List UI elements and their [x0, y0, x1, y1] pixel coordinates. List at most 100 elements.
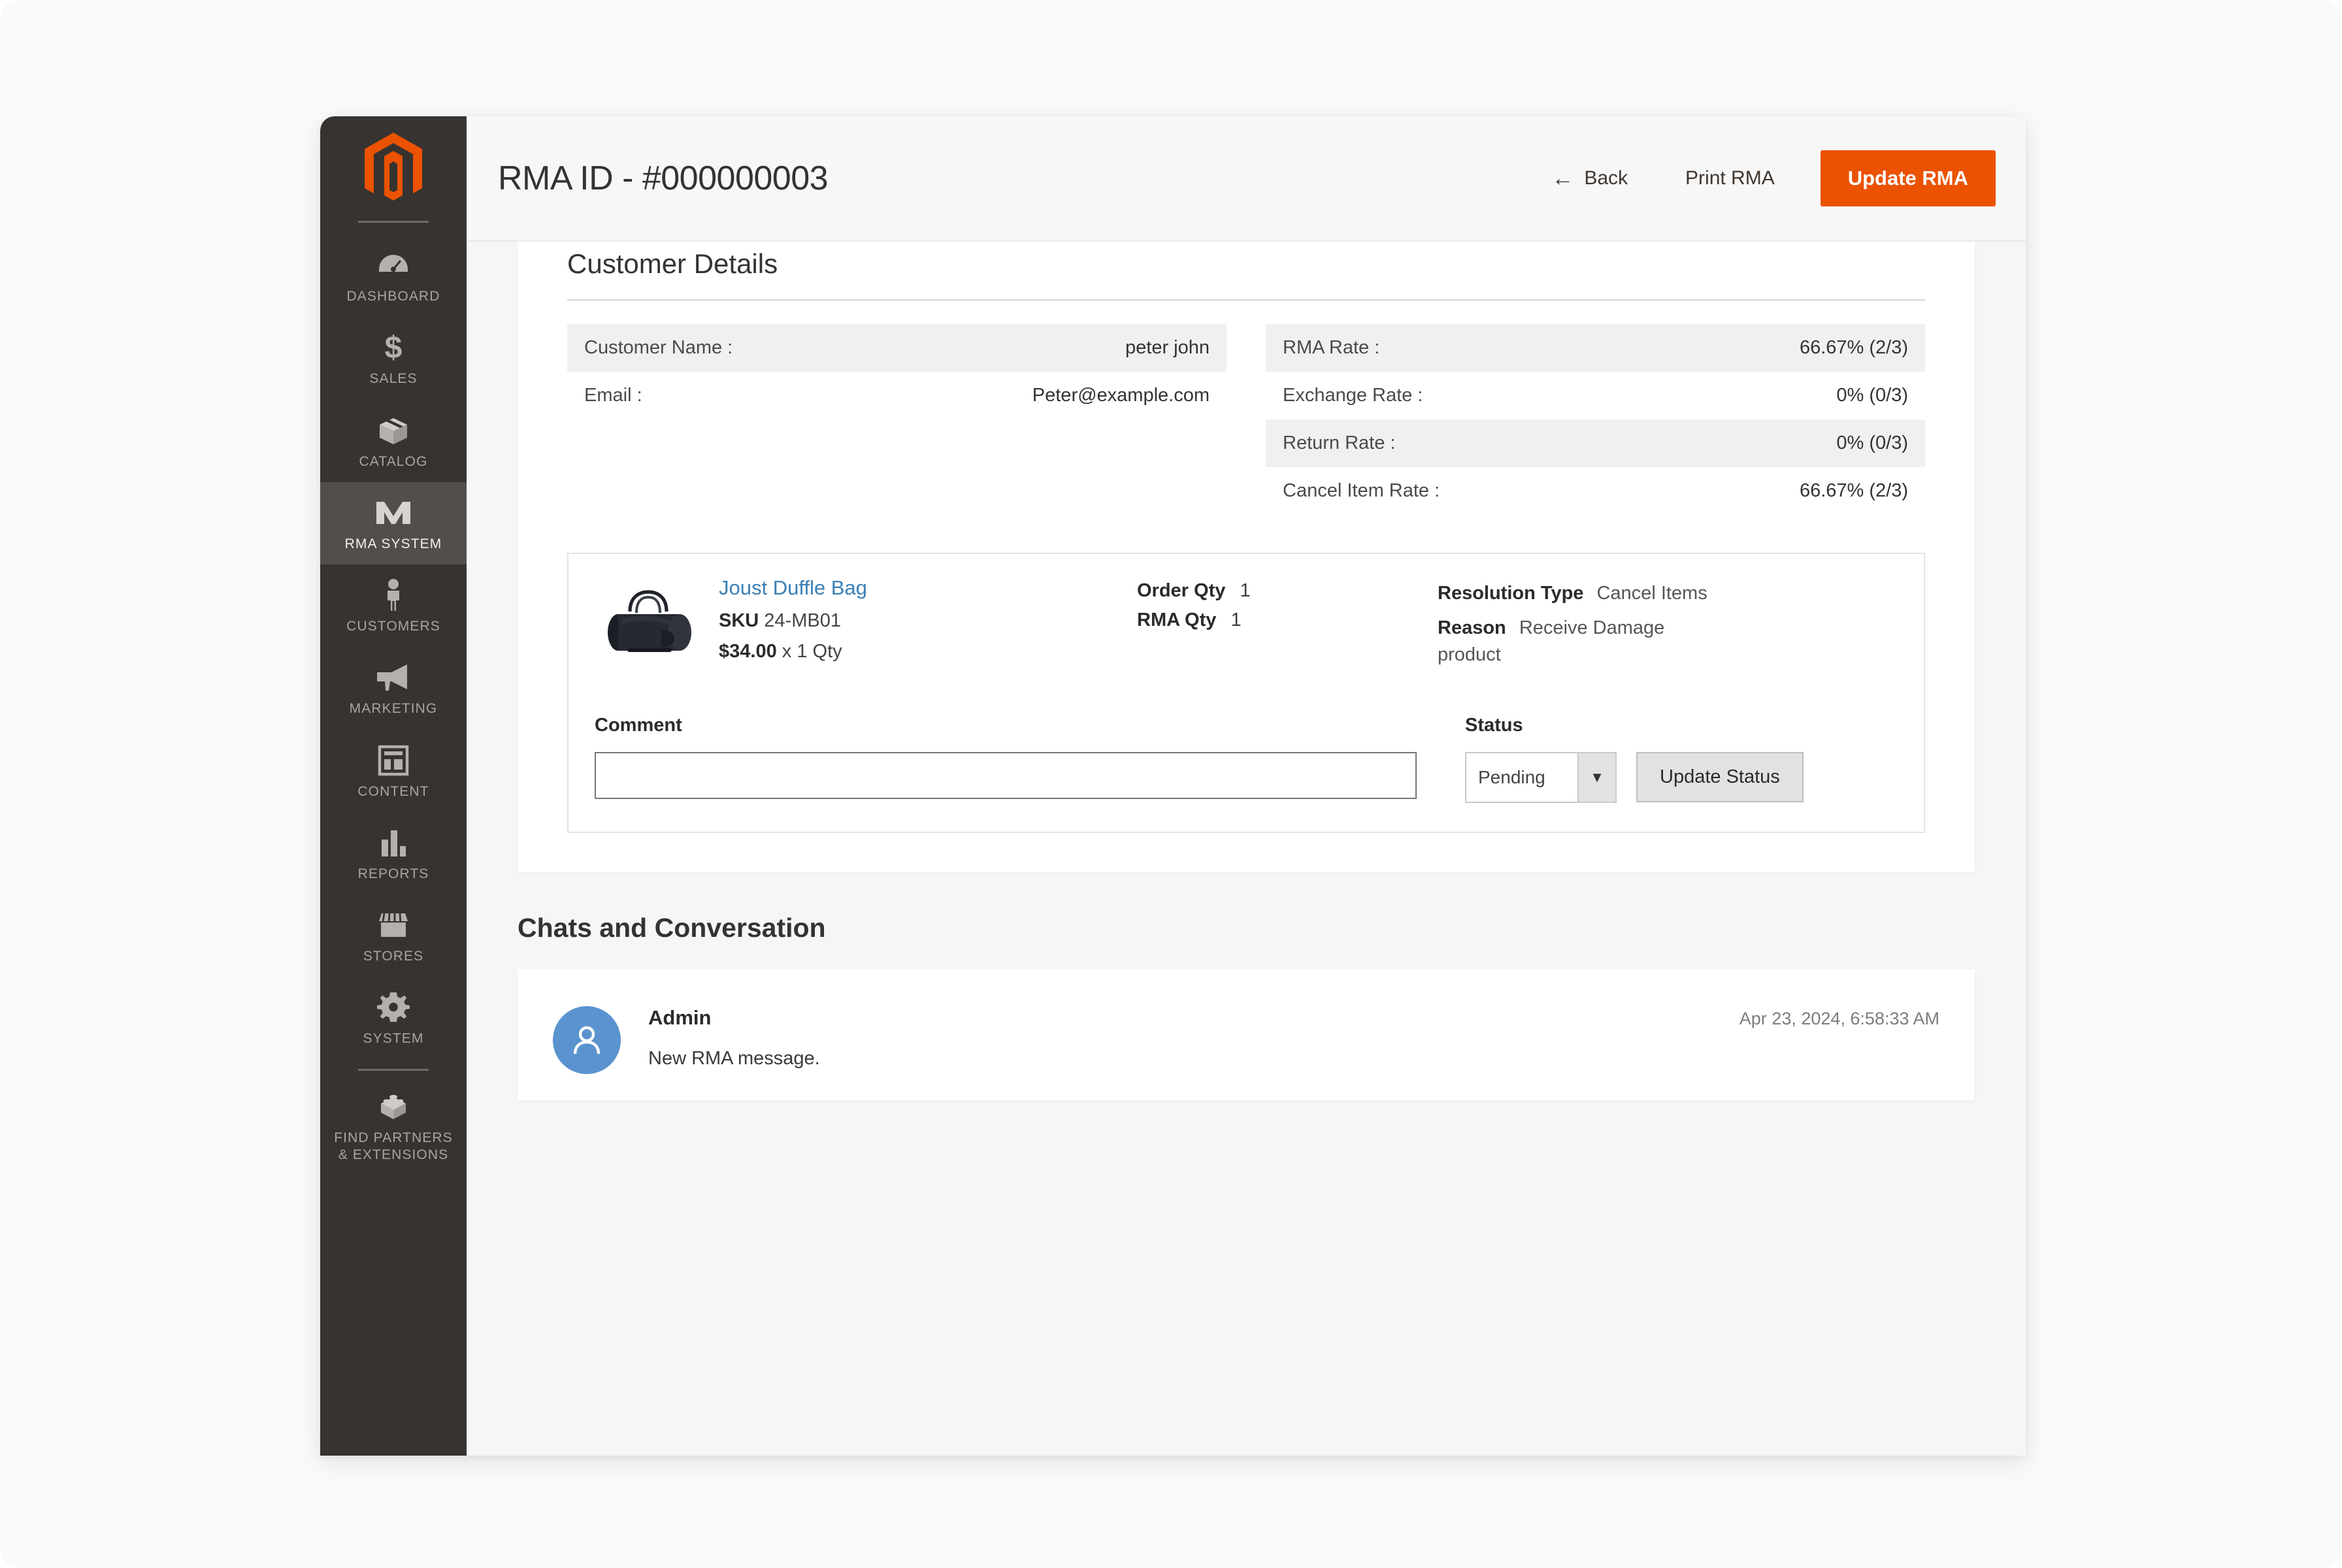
product-name-link[interactable]: Joust Duffle Bag: [719, 576, 867, 600]
print-rma-label: Print RMA: [1685, 167, 1775, 189]
product-info: Joust Duffle Bag SKU 24-MB01 $34.00 x 1 …: [706, 576, 1137, 672]
row-label: Return Rate :: [1283, 433, 1396, 453]
table-row: Customer Name : peter john: [567, 324, 1227, 372]
screen-canvas: DASHBOARD $ SALES CATALOG RMA SYSTEM CUS…: [0, 0, 2342, 1568]
comment-block: Comment: [595, 715, 1438, 799]
sidebar-item-dashboard[interactable]: DASHBOARD: [320, 235, 467, 317]
sidebar-item-label: CONTENT: [357, 783, 429, 799]
sidebar-item-label: SYSTEM: [363, 1031, 424, 1047]
update-status-button[interactable]: Update Status: [1636, 752, 1804, 803]
gear-icon: [323, 990, 464, 1025]
person-icon: [323, 578, 464, 613]
quantity-column: Order Qty 1 RMA Qty 1: [1137, 576, 1438, 639]
status-block: Status Pending ▼ Update Status: [1438, 715, 1804, 803]
box-icon: [323, 413, 464, 448]
row-value: 0% (0/3): [1836, 385, 1908, 406]
magento-logo-glyph: [365, 133, 422, 201]
sidebar-item-find-partners[interactable]: FIND PARTNERS & EXTENSIONS: [320, 1076, 467, 1176]
customer-details-card: Customer Details Customer Name : peter j…: [518, 242, 1975, 872]
rma-item-row: Joust Duffle Bag SKU 24-MB01 $34.00 x 1 …: [595, 576, 1898, 677]
magento-logo-icon[interactable]: [320, 116, 467, 221]
sidebar-item-label: FIND PARTNERS & EXTENSIONS: [334, 1130, 453, 1162]
sidebar-item-system[interactable]: SYSTEM: [320, 977, 467, 1059]
sidebar-item-reports[interactable]: REPORTS: [320, 812, 467, 894]
content-pane: RMA ID - #000000003 ← Back Print RMA Upd…: [467, 116, 2026, 1456]
print-rma-button[interactable]: Print RMA: [1657, 167, 1804, 189]
order-qty: Order Qty 1: [1137, 580, 1438, 602]
header-actions: ← Back Print RMA Update RMA: [1523, 150, 1996, 206]
details-grid: Customer Name : peter john Email : Peter…: [542, 301, 1950, 515]
back-button[interactable]: ← Back: [1523, 167, 1657, 189]
user-avatar-icon: [553, 1005, 621, 1074]
admin-sidebar: DASHBOARD $ SALES CATALOG RMA SYSTEM CUS…: [320, 116, 467, 1456]
reason: Reason Receive Damage product: [1438, 615, 1732, 668]
sidebar-item-sales[interactable]: $ SALES: [320, 317, 467, 399]
order-qty-value: 1: [1240, 580, 1251, 601]
svg-text:$: $: [385, 331, 403, 365]
chat-timestamp: Apr 23, 2024, 6:58:33 AM: [1739, 1008, 1939, 1028]
sidebar-item-marketing[interactable]: MARKETING: [320, 647, 467, 729]
chats-section-title: Chats and Conversation: [518, 912, 826, 943]
sidebar-item-label: STORES: [363, 949, 424, 964]
dashboard-gauge-icon: [323, 248, 464, 283]
row-label: Customer Name :: [584, 337, 733, 358]
megaphone-icon: [323, 660, 464, 695]
comment-status-row: Comment Status Pending ▼ Update Status: [595, 715, 1898, 803]
status-select[interactable]: Pending: [1465, 751, 1617, 803]
row-value: Peter@example.com: [1032, 385, 1210, 406]
sidebar-item-label: RMA SYSTEM: [344, 536, 442, 551]
row-label: Exchange Rate :: [1283, 385, 1423, 406]
sidebar-item-content[interactable]: CONTENT: [320, 730, 467, 812]
status-select-wrap: Pending ▼: [1465, 751, 1617, 803]
rma-w-icon: [323, 495, 464, 531]
comment-input[interactable]: [595, 751, 1417, 799]
back-button-label: Back: [1584, 167, 1628, 189]
product-sku: SKU 24-MB01: [719, 610, 1137, 632]
row-value: 66.67% (2/3): [1799, 480, 1908, 501]
rma-qty-value: 1: [1230, 610, 1242, 630]
layout-page-icon: [323, 743, 464, 778]
storefront-icon: [323, 907, 464, 943]
reason-label: Reason: [1438, 617, 1506, 639]
customer-info-column: Customer Name : peter john Email : Peter…: [567, 324, 1227, 515]
sku-label: SKU: [719, 610, 759, 631]
puzzle-brick-icon: [323, 1089, 464, 1124]
table-row: Cancel Item Rate : 66.67% (2/3): [1266, 467, 1925, 515]
table-row: Exchange Rate : 0% (0/3): [1266, 372, 1925, 419]
list-item: Admin Apr 23, 2024, 6:58:33 AM New RMA m…: [553, 1005, 1939, 1074]
customer-details-title: Customer Details: [567, 248, 778, 279]
sidebar-item-stores[interactable]: STORES: [320, 894, 467, 977]
rates-column: RMA Rate : 66.67% (2/3) Exchange Rate : …: [1266, 324, 1925, 515]
product-price: $34.00 x 1 Qty: [719, 641, 1137, 662]
chat-header: Admin Apr 23, 2024, 6:58:33 AM: [648, 1006, 1939, 1030]
resolution-column: Resolution Type Cancel Items Reason Rece…: [1438, 576, 1732, 677]
order-qty-label: Order Qty: [1137, 580, 1226, 601]
resolution-type-value: Cancel Items: [1596, 583, 1707, 604]
sidebar-item-label: MARKETING: [349, 701, 438, 717]
sidebar-item-label: SALES: [369, 371, 418, 387]
row-value: peter john: [1125, 337, 1210, 358]
duffle-bag-thumbnail: [595, 576, 706, 662]
row-value: 66.67% (2/3): [1799, 337, 1908, 358]
sidebar-divider-top: [358, 221, 429, 223]
page-scroll-body[interactable]: Customer Details Customer Name : peter j…: [467, 242, 2026, 1456]
sku-value: 24-MB01: [764, 610, 841, 631]
sidebar-item-customers[interactable]: CUSTOMERS: [320, 564, 467, 647]
chat-body: Admin Apr 23, 2024, 6:58:33 AM New RMA m…: [621, 1006, 1939, 1070]
resolution-type-label: Resolution Type: [1438, 583, 1584, 604]
sidebar-item-catalog[interactable]: CATALOG: [320, 400, 467, 482]
table-row: RMA Rate : 66.67% (2/3): [1266, 324, 1925, 372]
rma-qty: RMA Qty 1: [1137, 610, 1438, 631]
sidebar-item-rma-system[interactable]: RMA SYSTEM: [320, 482, 467, 564]
row-label: Cancel Item Rate :: [1283, 480, 1440, 501]
status-controls: Pending ▼ Update Status: [1465, 751, 1804, 803]
update-rma-button[interactable]: Update RMA: [1820, 150, 1996, 206]
price-value: $34.00: [719, 641, 777, 662]
sidebar-item-label: CUSTOMERS: [346, 619, 440, 634]
page-title: RMA ID - #000000003: [498, 159, 829, 197]
status-label: Status: [1465, 714, 1523, 736]
sidebar-item-label: DASHBOARD: [346, 289, 440, 304]
bar-chart-icon: [323, 825, 464, 860]
resolution-type: Resolution Type Cancel Items: [1438, 580, 1732, 607]
page-header: RMA ID - #000000003 ← Back Print RMA Upd…: [467, 116, 2026, 242]
